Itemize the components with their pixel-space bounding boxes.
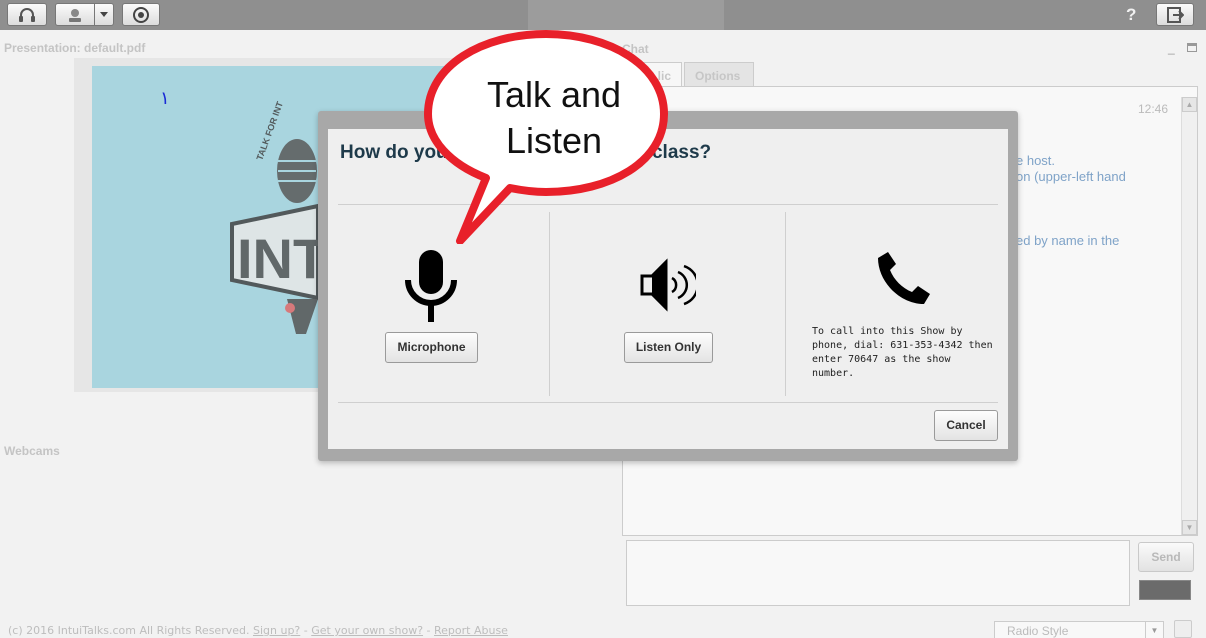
- chat-message-input[interactable]: [626, 540, 1130, 606]
- webcam-icon: [69, 8, 81, 22]
- microphone-button[interactable]: Microphone: [385, 332, 478, 363]
- logout-button[interactable]: [1156, 3, 1194, 26]
- maximize-icon[interactable]: [1187, 43, 1197, 52]
- phone-icon: [878, 252, 930, 304]
- footer-separator: -: [300, 624, 312, 637]
- speaker-icon: [640, 258, 696, 312]
- record-button[interactable]: [122, 3, 160, 26]
- listen-only-button[interactable]: Listen Only: [624, 332, 713, 363]
- headset-icon: [19, 7, 35, 22]
- help-button[interactable]: ?: [1126, 5, 1136, 25]
- presentation-title: Presentation: default.pdf: [4, 41, 146, 55]
- record-icon: [133, 6, 149, 23]
- footer: (c) 2016 IntuiTalks.com All Rights Reser…: [8, 624, 508, 637]
- style-select-value: Radio Style: [1007, 624, 1069, 638]
- webcam-dropdown-button[interactable]: [94, 3, 114, 26]
- send-button[interactable]: Send: [1138, 542, 1194, 572]
- dialog-column-divider: [785, 212, 786, 396]
- headset-button[interactable]: [7, 3, 47, 26]
- style-select[interactable]: Radio Style ▼: [994, 621, 1164, 638]
- microphone-icon: [405, 250, 457, 322]
- speech-bubble-text: Talk and Listen: [440, 72, 668, 164]
- chat-scrollbar[interactable]: ▲ ▼: [1181, 97, 1197, 535]
- speech-bubble-line: Listen: [505, 120, 603, 161]
- speech-bubble-line: Talk and: [486, 74, 622, 115]
- dropdown-arrow-icon: [100, 11, 108, 17]
- chat-message-line: on (upper-left hand: [1016, 169, 1126, 184]
- report-abuse-link[interactable]: Report Abuse: [434, 624, 508, 637]
- minimize-icon[interactable]: _: [1168, 41, 1175, 55]
- webcam-area: [0, 460, 618, 610]
- get-show-link[interactable]: Get your own show?: [311, 624, 423, 637]
- text-color-picker[interactable]: [1139, 580, 1191, 600]
- scroll-down-icon[interactable]: ▼: [1182, 520, 1197, 535]
- toolbar-notch: [528, 0, 724, 30]
- tab-options[interactable]: Options: [684, 62, 754, 86]
- signup-link[interactable]: Sign up?: [253, 624, 300, 637]
- webcam-button[interactable]: [55, 3, 95, 26]
- dialog-divider: [338, 402, 998, 403]
- scroll-up-icon[interactable]: ▲: [1182, 97, 1197, 112]
- footer-separator: -: [423, 624, 435, 637]
- save-icon[interactable]: [1174, 620, 1192, 638]
- svg-text:TALK FOR INT: TALK FOR INT: [254, 100, 285, 162]
- chevron-down-icon[interactable]: ▼: [1145, 622, 1163, 638]
- top-toolbar: [0, 0, 1206, 30]
- chat-timestamp: 12:46: [1138, 102, 1169, 116]
- phone-instructions: To call into this Show by phone, dial: 6…: [812, 326, 993, 379]
- logout-icon: [1167, 6, 1184, 23]
- cancel-button[interactable]: Cancel: [934, 410, 998, 441]
- footer-copyright: (c) 2016 IntuiTalks.com All Rights Reser…: [8, 624, 250, 637]
- chat-message-line: e host.: [1016, 153, 1056, 168]
- slide-number: ١: [160, 88, 170, 109]
- chat-message-line: ed by name in the: [1016, 233, 1120, 248]
- webcams-title: Webcams: [4, 444, 60, 458]
